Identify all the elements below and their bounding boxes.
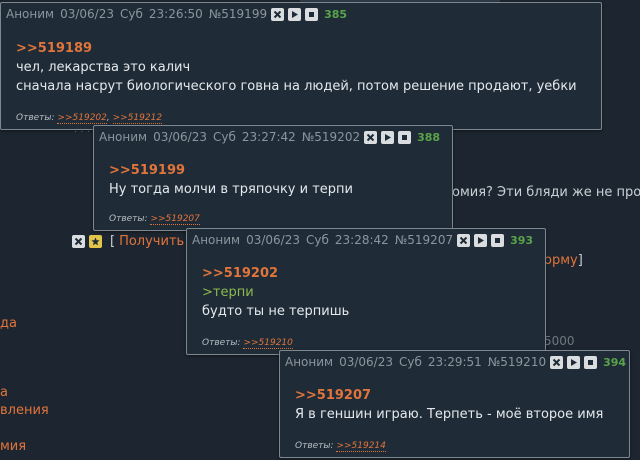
post-counter: 385 bbox=[324, 7, 348, 21]
stop-icon[interactable] bbox=[491, 233, 505, 247]
post-author: Аноним bbox=[192, 233, 241, 247]
reply-link[interactable]: >>519199 bbox=[109, 161, 353, 180]
hide-post-icon[interactable] bbox=[271, 7, 285, 21]
post-text-line: сначала насрут биологического говна на л… bbox=[16, 79, 577, 94]
reply-link[interactable]: >>519202 bbox=[202, 264, 349, 283]
post-time: 23:29:51 bbox=[427, 355, 482, 369]
close-icon[interactable] bbox=[72, 235, 85, 248]
answer-link[interactable]: >>519212 bbox=[112, 113, 163, 124]
post-day: Суб bbox=[399, 355, 422, 369]
left-nav-item[interactable]: а bbox=[0, 385, 8, 400]
post-number[interactable]: №519207 bbox=[395, 233, 453, 247]
post-day: Суб bbox=[213, 130, 236, 144]
star-icon[interactable] bbox=[89, 235, 102, 248]
post-counter: 388 bbox=[417, 130, 441, 144]
post-preview: Аноним 03/06/23 Суб 23:29:51 №519210 394… bbox=[279, 350, 630, 458]
get-link[interactable]: Получить bbox=[119, 234, 184, 249]
post-body: >>519199 Ну тогда молчи в тряпочку и тер… bbox=[109, 161, 353, 199]
answers-label: Ответы: bbox=[109, 214, 148, 224]
post-author: Аноним bbox=[99, 130, 148, 144]
hide-post-icon[interactable] bbox=[457, 233, 471, 247]
post-body: >>519189 чел, лекарства это калич сначал… bbox=[16, 39, 577, 96]
post-day: Суб bbox=[120, 7, 143, 21]
background-bracket-close: ] bbox=[577, 253, 583, 268]
post-time: 23:28:42 bbox=[334, 233, 389, 247]
post-time: 23:26:50 bbox=[148, 7, 203, 21]
background-post-text: омия? Эти бляди же не про bbox=[452, 185, 640, 200]
post-header: Аноним 03/06/23 Суб 23:26:50 №519199 385 bbox=[6, 7, 347, 21]
post-body: >>519207 Я в геншин играю. Терпеть - моё… bbox=[295, 386, 603, 424]
post-date: 03/06/23 bbox=[246, 233, 300, 247]
answer-link[interactable]: >>519214 bbox=[336, 441, 386, 452]
background-post-controls: [Получить bbox=[72, 234, 184, 249]
post-header: Аноним 03/06/23 Суб 23:27:42 №519202 388 bbox=[99, 130, 440, 144]
post-author: Аноним bbox=[6, 7, 55, 21]
post-day: Суб bbox=[306, 233, 329, 247]
post-text-line: чел, лекарства это калич bbox=[16, 60, 191, 75]
post-counter: 394 bbox=[603, 355, 627, 369]
post-number[interactable]: №519210 bbox=[488, 355, 546, 369]
hide-post-icon[interactable] bbox=[364, 130, 378, 144]
answer-link[interactable]: >>519210 bbox=[243, 338, 293, 349]
left-nav-item[interactable]: мия bbox=[0, 439, 26, 454]
post-text-line: Я в геншин играю. Терпеть - моё второе и… bbox=[295, 407, 604, 422]
post-header: Аноним 03/06/23 Суб 23:28:42 №519207 393 bbox=[192, 233, 533, 247]
post-text-line: Ну тогда молчи в тряпочку и терпи bbox=[109, 182, 353, 197]
answer-link[interactable]: >>519202 bbox=[57, 113, 107, 124]
play-icon[interactable] bbox=[381, 130, 395, 144]
post-number[interactable]: №519199 bbox=[209, 7, 267, 21]
post-answers: Ответы: >>519207 bbox=[109, 214, 200, 225]
post-answers: Ответы: >>519210 bbox=[202, 338, 293, 349]
reply-link[interactable]: >>519189 bbox=[16, 39, 577, 58]
answers-label: Ответы: bbox=[16, 113, 55, 123]
post-author: Аноним bbox=[285, 355, 334, 369]
post-counter: 393 bbox=[510, 233, 534, 247]
play-icon[interactable] bbox=[474, 233, 488, 247]
answers-label: Ответы: bbox=[202, 338, 241, 348]
form-link[interactable]: орму bbox=[544, 253, 578, 268]
greentext-quote: >терпи bbox=[202, 285, 254, 300]
background-number: 5000 bbox=[544, 334, 575, 348]
post-header: Аноним 03/06/23 Суб 23:29:51 №519210 394 bbox=[285, 355, 626, 369]
post-date: 03/06/23 bbox=[339, 355, 393, 369]
post-preview: Аноним 03/06/23 Суб 23:26:50 №519199 385… bbox=[0, 2, 602, 130]
post-date: 03/06/23 bbox=[60, 7, 114, 21]
post-time: 23:27:42 bbox=[241, 130, 296, 144]
post-preview: Аноним 03/06/23 Суб 23:28:42 №519207 393… bbox=[186, 228, 546, 355]
left-nav-item[interactable]: вления bbox=[0, 403, 49, 418]
stop-icon[interactable] bbox=[398, 130, 412, 144]
left-nav-item[interactable]: да bbox=[0, 316, 17, 331]
post-number[interactable]: №519202 bbox=[302, 130, 360, 144]
post-preview: Аноним 03/06/23 Суб 23:27:42 №519202 388… bbox=[93, 125, 453, 231]
answer-link[interactable]: >>519207 bbox=[150, 214, 200, 225]
post-body: >>519202 >терпи будто ты не терпишь bbox=[202, 264, 349, 321]
stop-icon[interactable] bbox=[305, 7, 319, 21]
play-icon[interactable] bbox=[567, 355, 581, 369]
reply-link[interactable]: >>519207 bbox=[295, 386, 603, 405]
answers-label: Ответы: bbox=[295, 441, 334, 451]
hide-post-icon[interactable] bbox=[550, 355, 564, 369]
post-answers: Ответы: >>519202, >>519212 bbox=[16, 113, 163, 124]
post-answers: Ответы: >>519214 bbox=[295, 441, 386, 452]
stop-icon[interactable] bbox=[584, 355, 598, 369]
post-text-line: будто ты не терпишь bbox=[202, 304, 350, 319]
post-date: 03/06/23 bbox=[153, 130, 207, 144]
play-icon[interactable] bbox=[288, 7, 302, 21]
background-form-link: орму] bbox=[544, 253, 583, 268]
background-bracket-open: [ bbox=[110, 234, 116, 249]
